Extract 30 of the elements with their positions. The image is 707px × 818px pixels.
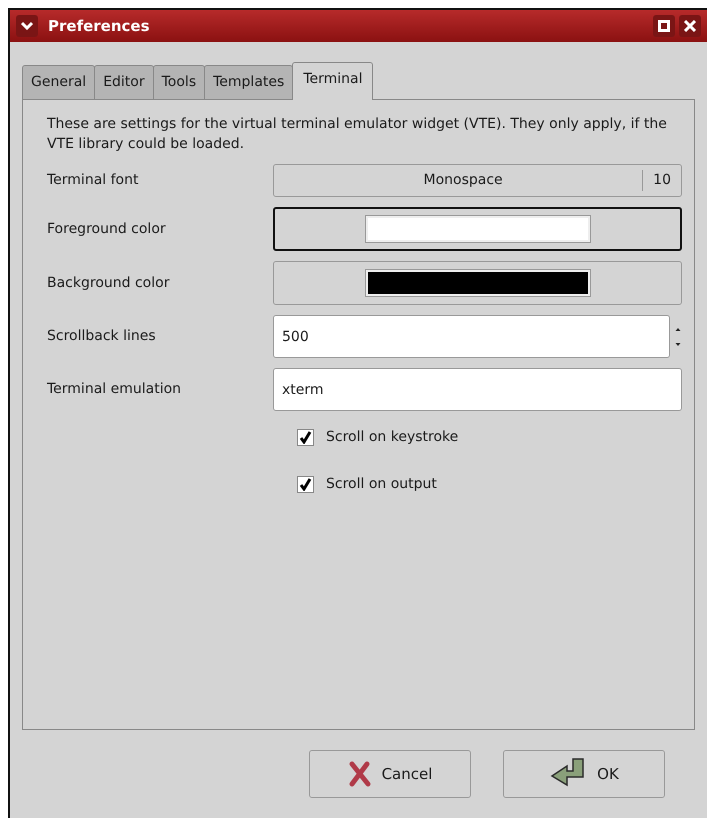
setting-label: Scrollback lines: [47, 327, 157, 346]
checkbox-label: Scroll on output: [326, 475, 437, 494]
setting-label: Foreground color: [47, 220, 167, 238]
window-title: Preferences: [48, 16, 151, 37]
text-field[interactable]: xterm: [273, 368, 682, 411]
checkbox-label: Scroll on keystroke: [326, 428, 458, 447]
menu-button[interactable]: [16, 15, 38, 37]
tab[interactable]: Templates: [204, 65, 294, 99]
setting-label: Background color: [47, 274, 170, 292]
description-text: These are settings for the virtual terminal emulator widget (VTE). They only apply, if the VTE library could be loaded.: [47, 115, 668, 154]
checkbox[interactable]: [297, 476, 314, 493]
tab[interactable]: General: [22, 65, 96, 99]
cancel-button[interactable]: Cancel: [309, 750, 471, 798]
font-button[interactable]: Monospace 10: [273, 164, 682, 197]
ok-button[interactable]: OK: [503, 750, 665, 798]
tab[interactable]: Tools: [152, 65, 206, 99]
close-icon: [684, 20, 696, 32]
maximize-icon: [658, 20, 670, 32]
maximize-button[interactable]: [653, 15, 675, 37]
number-field[interactable]: 500: [273, 315, 670, 358]
color-button[interactable]: [273, 207, 682, 251]
chevron-down-icon: [21, 21, 33, 31]
tab[interactable]: Editor: [94, 65, 154, 99]
setting-label: Terminal emulation: [47, 380, 182, 399]
tab[interactable]: Terminal: [292, 62, 374, 100]
setting-label: Terminal font: [47, 171, 140, 190]
color-button[interactable]: [273, 261, 682, 305]
cross-icon: [348, 761, 372, 787]
checkbox[interactable]: [297, 429, 314, 446]
close-button[interactable]: [679, 15, 701, 37]
